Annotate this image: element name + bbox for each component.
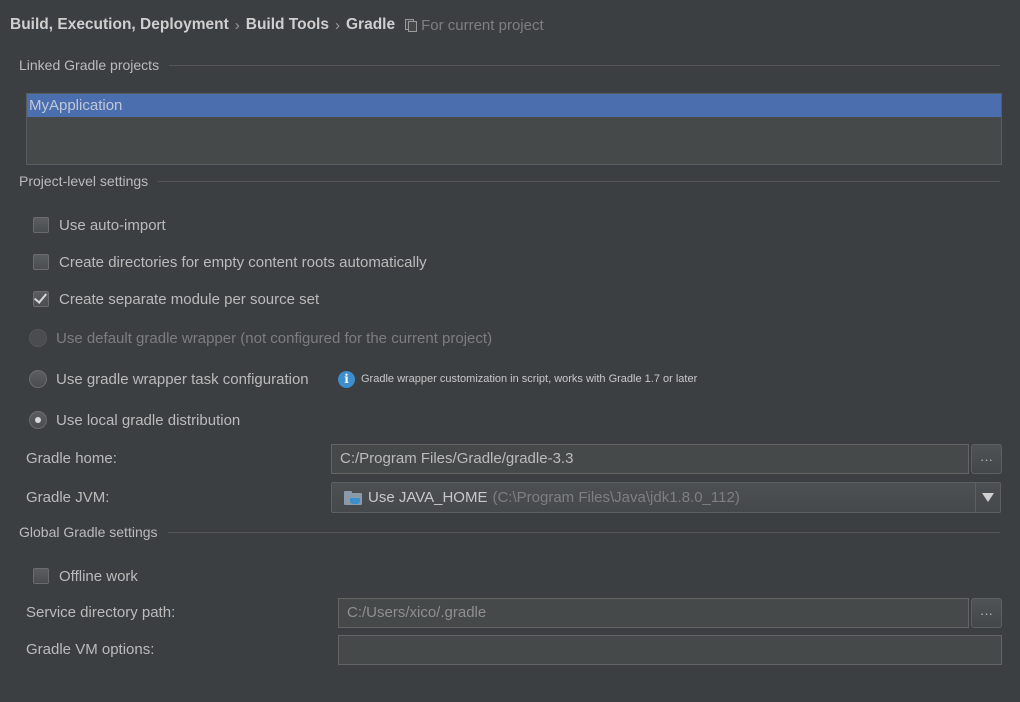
gradle-home-input[interactable]: C:/Program Files/Gradle/gradle-3.3 xyxy=(331,444,969,474)
service-dir-label: Service directory path: xyxy=(26,604,176,621)
linked-projects-section: Linked Gradle projects xyxy=(19,55,1000,75)
radio-label: Use local gradle distribution xyxy=(56,411,241,429)
info-icon: i xyxy=(338,370,355,388)
offline-work-checkbox-row[interactable]: Offline work xyxy=(33,565,138,587)
wrapper-hint: i Gradle wrapper customization in script… xyxy=(338,369,697,389)
checkmark-icon xyxy=(33,290,48,304)
default-wrapper-radio xyxy=(29,329,47,347)
dropdown-arrow-button[interactable] xyxy=(975,483,1000,512)
gradle-home-label: Gradle home: xyxy=(26,450,117,467)
hint-text: Gradle wrapper customization in script, … xyxy=(361,373,698,385)
section-title: Global Gradle settings xyxy=(19,524,158,540)
radio-label: Use default gradle wrapper (not configur… xyxy=(56,329,493,347)
create-dirs-checkbox-row[interactable]: Create directories for empty content roo… xyxy=(33,251,427,273)
breadcrumb-gradle: Gradle xyxy=(345,16,396,33)
breadcrumb-separator: › xyxy=(234,16,240,34)
service-dir-input[interactable]: C:/Users/xico/.gradle xyxy=(338,598,969,628)
section-divider xyxy=(169,65,1000,66)
project-scope-icon xyxy=(405,19,418,32)
section-title: Project-level settings xyxy=(19,173,149,189)
checkbox-label: Create directories for empty content roo… xyxy=(59,253,427,271)
offline-work-checkbox[interactable] xyxy=(33,568,49,584)
linked-projects-list[interactable]: MyApplication xyxy=(26,93,1002,165)
create-dirs-checkbox[interactable] xyxy=(33,254,49,270)
local-distribution-radio-row[interactable]: Use local gradle distribution xyxy=(29,409,240,431)
section-divider xyxy=(167,532,1000,533)
scope-label: For current project xyxy=(421,16,544,34)
local-distribution-radio[interactable] xyxy=(29,411,47,429)
auto-import-checkbox[interactable] xyxy=(33,217,49,233)
gradle-jvm-label: Gradle JVM: xyxy=(26,489,110,506)
list-item[interactable]: MyApplication xyxy=(27,94,1001,117)
gradle-settings-panel: Build, Execution, Deployment › Build Too… xyxy=(0,0,1020,702)
vm-options-input[interactable] xyxy=(338,635,1002,665)
jvm-path-detail: (C:\Program Files\Java\jdk1.8.0_112) xyxy=(492,489,740,506)
breadcrumb-separator: › xyxy=(334,16,340,34)
radio-dot-icon xyxy=(35,417,41,423)
gradle-home-browse-button[interactable]: ··· xyxy=(971,444,1002,474)
jvm-selected-value: Use JAVA_HOME xyxy=(368,489,488,506)
breadcrumb-build-execution-deployment[interactable]: Build, Execution, Deployment xyxy=(10,16,229,34)
gradle-jvm-dropdown[interactable]: Use JAVA_HOME (C:\Program Files\Java\jdk… xyxy=(331,482,1001,513)
radio-label: Use gradle wrapper task configuration xyxy=(56,370,309,388)
auto-import-checkbox-row[interactable]: Use auto-import xyxy=(33,214,166,236)
project-settings-section: Project-level settings xyxy=(19,171,1000,191)
separate-module-checkbox-row[interactable]: Create separate module per source set xyxy=(33,288,319,310)
separate-module-checkbox[interactable] xyxy=(33,290,49,307)
chevron-down-icon xyxy=(982,493,994,502)
default-wrapper-radio-row: Use default gradle wrapper (not configur… xyxy=(29,327,492,349)
section-divider xyxy=(158,181,1000,182)
checkbox-label: Create separate module per source set xyxy=(59,290,320,308)
section-title: Linked Gradle projects xyxy=(19,57,160,73)
checkbox-label: Offline work xyxy=(59,567,138,585)
jdk-folder-icon xyxy=(344,490,362,505)
wrapper-task-radio-row[interactable]: Use gradle wrapper task configuration xyxy=(29,368,309,390)
breadcrumb-build-tools[interactable]: Build Tools xyxy=(246,16,329,34)
checkbox-label: Use auto-import xyxy=(59,216,166,234)
service-dir-browse-button[interactable]: ··· xyxy=(971,598,1002,628)
vm-options-label: Gradle VM options: xyxy=(26,641,155,658)
breadcrumb: Build, Execution, Deployment › Build Too… xyxy=(10,14,544,36)
global-settings-section: Global Gradle settings xyxy=(19,522,1000,542)
wrapper-task-radio[interactable] xyxy=(29,370,47,388)
